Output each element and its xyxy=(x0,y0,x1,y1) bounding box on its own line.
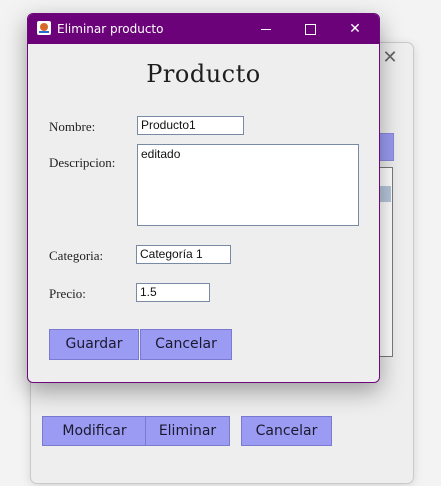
maximize-icon xyxy=(304,23,316,35)
name-field[interactable]: Producto1 xyxy=(137,116,244,135)
name-label: Nombre: xyxy=(49,119,96,134)
dialog-heading: Producto xyxy=(146,60,261,88)
close-icon: ✕ xyxy=(349,21,361,37)
save-button[interactable]: Guardar xyxy=(49,329,139,360)
category-field[interactable]: Categoría 1 xyxy=(136,245,231,264)
description-textarea[interactable]: editado xyxy=(137,144,359,226)
close-button[interactable]: ✕ xyxy=(333,14,377,44)
description-label: Descripcion: xyxy=(49,155,116,170)
maximize-button[interactable] xyxy=(288,14,332,44)
minimize-button[interactable] xyxy=(244,14,288,44)
background-close-icon[interactable]: ✕ xyxy=(378,46,402,70)
delete-product-dialog: Eliminar producto ✕ Producto Nombre: Pro… xyxy=(27,13,380,383)
dialog-title: Eliminar producto xyxy=(57,22,164,36)
background-partial-button xyxy=(379,133,394,161)
cancel-button[interactable]: Cancelar xyxy=(140,329,232,360)
price-field[interactable]: 1.5 xyxy=(136,283,210,302)
java-app-icon xyxy=(37,21,51,35)
category-label: Categoria: xyxy=(49,248,104,263)
price-label: Precio: xyxy=(49,286,86,301)
delete-button[interactable]: Eliminar xyxy=(145,416,230,446)
background-partial-list-selection xyxy=(380,186,391,202)
background-cancel-button[interactable]: Cancelar xyxy=(241,416,332,446)
minimize-icon xyxy=(261,28,271,30)
modify-button[interactable]: Modificar xyxy=(42,416,147,446)
dialog-titlebar[interactable]: Eliminar producto ✕ xyxy=(28,14,379,44)
